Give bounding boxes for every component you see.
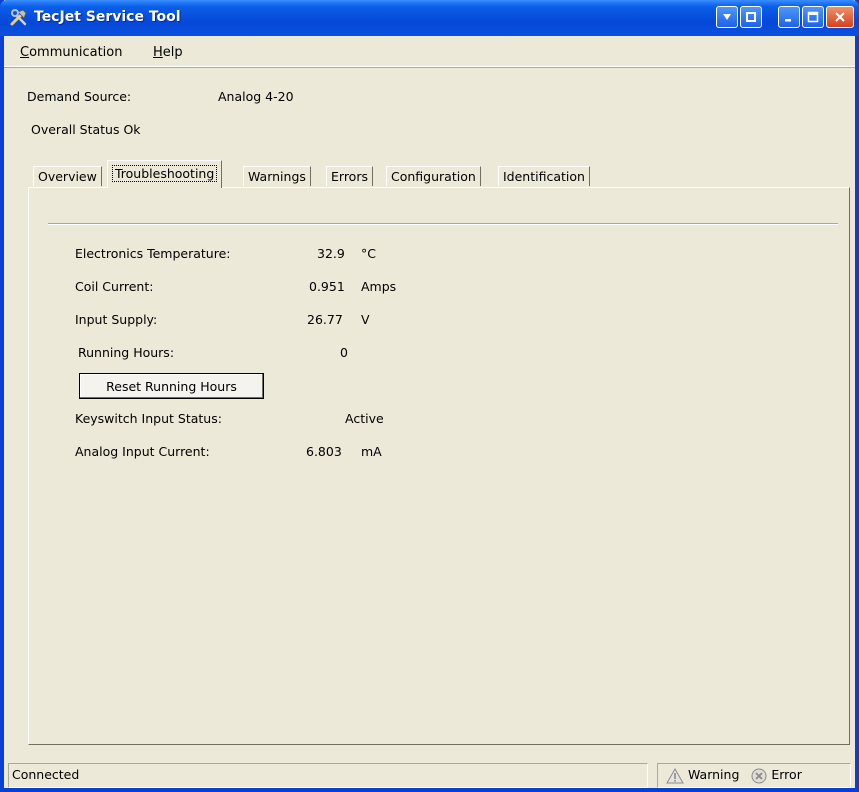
analog-input-current-value: 6.803 — [306, 444, 342, 459]
coil-current-unit: Amps — [361, 279, 397, 294]
coil-current-label: Coil Current: — [75, 279, 154, 294]
running-hours-value: 0 — [340, 345, 348, 360]
input-supply-label: Input Supply: — [75, 312, 158, 327]
tab-identification[interactable]: Identification — [498, 166, 590, 186]
input-supply-value: 26.77 — [307, 312, 343, 327]
electronics-temperature-label: Electronics Temperature: — [75, 246, 231, 261]
title-bar[interactable]: TecJet Service Tool — [0, 0, 859, 36]
error-icon — [751, 768, 767, 783]
connection-status: Connected — [8, 763, 648, 788]
keyswitch-input-status-label: Keyswitch Input Status: — [75, 411, 222, 426]
analog-input-current-unit: mA — [361, 444, 382, 459]
demand-source-label: Demand Source: — [27, 89, 132, 104]
alarm-indicators: Warning Error — [657, 763, 851, 788]
tab-panel-troubleshooting — [28, 187, 850, 745]
tab-configuration[interactable]: Configuration — [386, 166, 481, 186]
tab-warnings[interactable]: Warnings — [243, 166, 311, 186]
menu-communication[interactable]: Communication — [20, 45, 122, 60]
warning-indicator-label: Warning — [687, 767, 740, 782]
status-bar: Connected Warning Error — [8, 763, 851, 788]
window-title: TecJet Service Tool — [34, 9, 181, 25]
tab-overview[interactable]: Overview — [33, 166, 102, 186]
warning-icon — [666, 767, 684, 783]
electronics-temperature-value: 32.9 — [317, 246, 345, 261]
close-button[interactable] — [826, 6, 854, 28]
input-supply-unit: V — [361, 312, 370, 327]
maximize-icon — [807, 11, 819, 23]
error-indicator-label: Error — [771, 767, 802, 782]
connection-status-text: Connected — [12, 767, 80, 782]
maximize-button[interactable] — [802, 6, 824, 28]
menu-bar: Communication Help — [4, 36, 855, 67]
app-window: TecJet Service Tool Communication Help D… — [0, 0, 859, 792]
analog-input-current-label: Analog Input Current: — [75, 444, 210, 459]
minimize-icon — [785, 19, 791, 22]
electronics-temperature-unit: °C — [361, 246, 376, 261]
reset-running-hours-button[interactable]: Reset Running Hours — [79, 373, 264, 399]
running-hours-label: Running Hours: — [78, 345, 175, 360]
tab-troubleshooting[interactable]: Troubleshooting — [107, 160, 223, 188]
pin-down-icon — [723, 14, 731, 20]
close-icon — [835, 12, 845, 22]
minimize-button[interactable] — [778, 6, 800, 28]
panel-separator — [48, 223, 838, 225]
overall-status: Overall Status Ok — [31, 122, 141, 137]
window-menu-button[interactable] — [716, 6, 738, 28]
window-restore-alt-button[interactable] — [740, 6, 762, 28]
tools-icon — [10, 9, 27, 26]
tab-errors[interactable]: Errors — [326, 166, 373, 186]
keyswitch-input-status-value: Active — [345, 411, 384, 426]
coil-current-value: 0.951 — [309, 279, 345, 294]
window-icon — [746, 12, 756, 22]
menu-help[interactable]: Help — [153, 45, 183, 60]
demand-source-value: Analog 4-20 — [218, 89, 294, 104]
